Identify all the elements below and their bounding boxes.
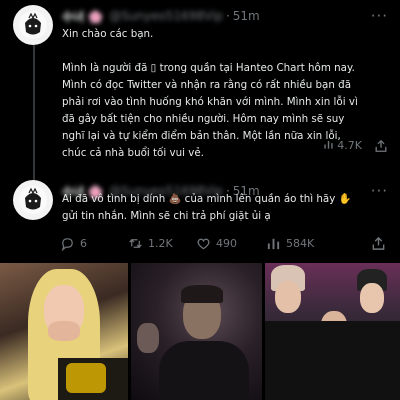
avatar[interactable] (13, 180, 53, 220)
tweet-text: Ai đã vô tình bị dính 💩 của mình lên quầ… (62, 191, 392, 225)
avatar[interactable] (13, 5, 53, 45)
tweet-1[interactable]: 수녀 🌸 @Sunyeo51698Vip · 51m ··· Xin chào … (0, 0, 400, 184)
views-button[interactable]: 584K (266, 236, 314, 251)
text-line: Mình là người đã ▯ trong quần tại Hanteo… (62, 62, 355, 74)
text-line: gửi tin nhắn. Mình sẽ chi trả phí giặt ủ… (62, 210, 271, 222)
tweet-actions: 6 1.2K 490 584K (0, 234, 400, 252)
timestamp[interactable]: 51m (233, 9, 260, 23)
reply-count: 6 (80, 236, 87, 250)
more-icon[interactable]: ··· (371, 7, 388, 25)
views-label: 4.7K (337, 139, 362, 152)
text-line: Ai đã vô tình bị dính 💩 của mình lên quầ… (62, 193, 352, 205)
thread-connector (33, 45, 35, 184)
like-icon (197, 238, 210, 249)
text-line: Xin chào các bạn. (62, 28, 154, 40)
views-icon (267, 238, 280, 249)
photo-3[interactable] (265, 263, 400, 400)
share-icon (375, 139, 387, 152)
text-line: Mình có đọc Twitter và nhận ra rằng có r… (62, 79, 352, 91)
repost-icon (129, 238, 142, 248)
user-handle[interactable]: @Sunyeo51698Vip (109, 9, 223, 23)
repost-count: 1.2K (148, 236, 173, 250)
views-icon (324, 141, 333, 149)
views-count: 584K (286, 236, 315, 250)
reply-icon (61, 237, 73, 251)
separator: · (225, 9, 230, 23)
photo-2[interactable] (131, 263, 262, 400)
text-line: phải rơi vào tình huống khó khăn với mìn… (62, 96, 358, 108)
share-button[interactable] (371, 236, 386, 251)
share-button[interactable] (374, 138, 388, 157)
tweet-header: 수녀 🌸 @Sunyeo51698Vip · 51m ··· (62, 7, 388, 25)
photo-1[interactable] (0, 263, 128, 400)
text-line: đã gây bất tiện cho nhiều người. Hôm nay… (62, 113, 345, 125)
like-button[interactable]: 490 (196, 236, 237, 251)
avatar-image (19, 11, 47, 39)
like-count: 490 (216, 236, 237, 250)
views-count[interactable]: 4.7K (323, 139, 362, 152)
media-strip[interactable] (0, 263, 400, 400)
repost-button[interactable]: 1.2K (128, 236, 173, 251)
display-name[interactable]: 수녀 🌸 (62, 8, 103, 25)
avatar-image (19, 186, 47, 214)
reply-button[interactable]: 6 (60, 236, 87, 251)
share-icon (372, 236, 385, 250)
